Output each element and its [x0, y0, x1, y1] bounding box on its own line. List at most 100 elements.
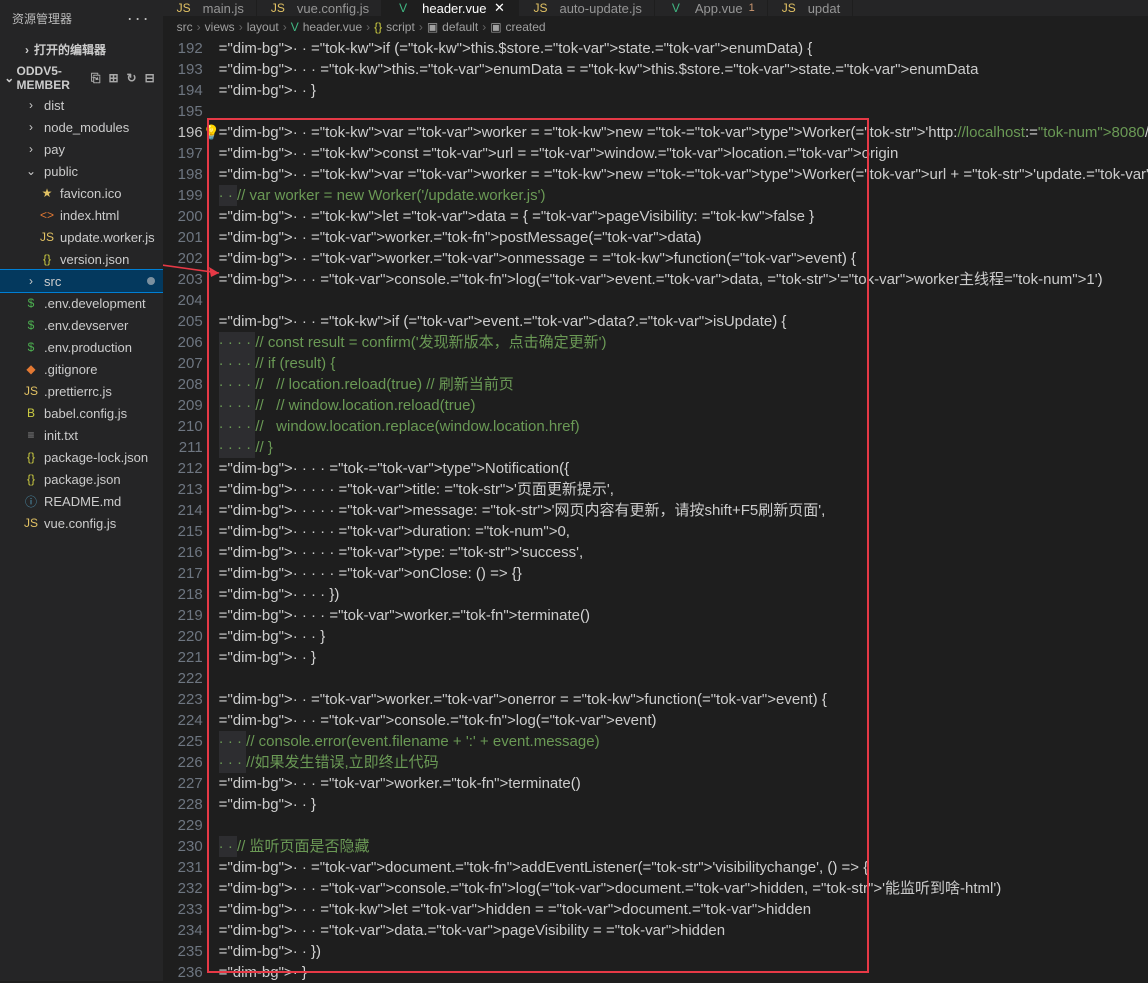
code-line[interactable]: · · · · // // location.reload(true) // 刷… — [219, 374, 1148, 395]
line-number: 212 — [163, 458, 203, 479]
collapse-icon[interactable]: ⊟ — [145, 71, 155, 86]
breadcrumb-item[interactable]: ▣created — [490, 20, 545, 34]
code-line[interactable]: ="dim-bg">· · ="tok-kw">let ="tok-var">d… — [219, 206, 1148, 227]
file-item[interactable]: $.env.production — [0, 336, 163, 358]
code-line[interactable]: ="dim-bg">· · ="tok-var">document.="tok-… — [219, 857, 1148, 878]
code-line[interactable]: · · · · // const result = confirm('发现新版本… — [219, 332, 1148, 353]
code-line[interactable]: ="dim-bg">· } — [219, 962, 1148, 983]
folder-item[interactable]: ⌄public — [0, 160, 163, 182]
code-line[interactable]: ="dim-bg">· · } — [219, 80, 1148, 101]
file-item[interactable]: JS.prettierrc.js — [0, 380, 163, 402]
close-icon[interactable]: ✕ — [492, 0, 506, 16]
file-item[interactable]: JSupdate.worker.js — [0, 226, 163, 248]
file-item[interactable]: {}version.json — [0, 248, 163, 270]
code-line[interactable]: ="dim-bg">· · } — [219, 794, 1148, 815]
breadcrumb-item[interactable]: {}script — [374, 20, 415, 34]
code-line[interactable]: ="dim-bg">· · · ="tok-var">console.="tok… — [219, 710, 1148, 731]
code-line[interactable]: ="dim-bg">· · ="tok-var">worker.="tok-fn… — [219, 227, 1148, 248]
breadcrumb-item[interactable]: views — [205, 20, 235, 34]
file-item[interactable]: $.env.development — [0, 292, 163, 314]
file-item[interactable]: ≡init.txt — [0, 424, 163, 446]
code-line[interactable]: ="dim-bg">· · · · ="tok-="tok-var">type"… — [219, 458, 1148, 479]
code-line[interactable]: ="dim-bg">· · · · · ="tok-var">title: ="… — [219, 479, 1148, 500]
open-editors-header[interactable]: › 打开的编辑器 — [0, 37, 163, 62]
file-item[interactable]: {}package.json — [0, 468, 163, 490]
code-line[interactable]: ="dim-bg">· · · ="tok-var">console.="tok… — [219, 269, 1148, 290]
chevron-right-icon: › — [20, 43, 34, 57]
code-line[interactable]: ="dim-bg">· · · ="tok-kw">this.="tok-var… — [219, 59, 1148, 80]
file-item[interactable]: ★favicon.ico — [0, 182, 163, 204]
file-item[interactable]: Bbabel.config.js — [0, 402, 163, 424]
file-item[interactable]: $.env.devserver — [0, 314, 163, 336]
new-file-icon[interactable]: ⎘ — [91, 71, 101, 86]
tab-main-js[interactable]: JSmain.js — [163, 0, 257, 16]
code-line[interactable]: ="dim-bg">· · · · · ="tok-var">type: ="t… — [219, 542, 1148, 563]
code-line[interactable]: ="dim-bg">· · ="tok-var">worker.="tok-va… — [219, 248, 1148, 269]
tab-header-vue[interactable]: Vheader.vue✕ — [382, 0, 519, 16]
code-line[interactable]: · · · · // window.location.replace(windo… — [219, 416, 1148, 437]
code-line[interactable]: · · · · // } — [219, 437, 1148, 458]
code-line[interactable]: ="dim-bg">· · · · }) — [219, 584, 1148, 605]
tree-label: README.md — [44, 494, 121, 509]
breadcrumb-label: script — [386, 20, 415, 34]
code-line[interactable]: · · // 监听页面是否隐藏 — [219, 836, 1148, 857]
code-line[interactable]: ="dim-bg">· · }) — [219, 941, 1148, 962]
folder-item[interactable]: ›src — [0, 270, 163, 292]
breadcrumb-item[interactable]: src — [177, 20, 193, 34]
code-line[interactable]: ="dim-bg">· · · · · ="tok-var">message: … — [219, 500, 1148, 521]
code-line[interactable]: ="dim-bg">· · · ="tok-kw">if (="tok-var"… — [219, 311, 1148, 332]
code-content[interactable]: ="dim-bg">· · ="tok-kw">if (="tok-kw">th… — [219, 38, 1148, 983]
code-line[interactable]: ="dim-bg">· · · ="tok-var">data.="tok-va… — [219, 920, 1148, 941]
breadcrumb-item[interactable]: ▣default — [427, 20, 478, 34]
code-line[interactable]: ="dim-bg">· · ="tok-kw">if (="tok-kw">th… — [219, 38, 1148, 59]
code-line[interactable]: ="dim-bg">· · · · ="tok-var">worker.="to… — [219, 605, 1148, 626]
line-number: 230 — [163, 836, 203, 857]
code-line[interactable]: ="dim-bg">· · · ="tok-var">console.="tok… — [219, 878, 1148, 899]
code-line[interactable]: ="dim-bg">· · ="tok-kw">const ="tok-var"… — [219, 143, 1148, 164]
project-actions: ⎘ ⊞ ↻ ⊟ — [91, 71, 155, 86]
folder-item[interactable]: ›dist — [0, 94, 163, 116]
tab-updat[interactable]: JSupdat — [768, 0, 854, 16]
code-line[interactable]: · · · // console.error(event.filename + … — [219, 731, 1148, 752]
more-icon[interactable]: ··· — [127, 8, 151, 29]
code-line[interactable] — [219, 815, 1148, 836]
code-line[interactable]: ="dim-bg">· · ="tok-var">worker.="tok-va… — [219, 689, 1148, 710]
line-number: 202 — [163, 248, 203, 269]
code-line[interactable]: ="dim-bg">· · · ="tok-var">worker.="tok-… — [219, 773, 1148, 794]
file-item[interactable]: ◆.gitignore — [0, 358, 163, 380]
tab-auto-update-js[interactable]: JSauto-update.js — [519, 0, 654, 16]
tab-vue-config-js[interactable]: JSvue.config.js — [257, 0, 382, 16]
code-line[interactable]: ="dim-bg">· · · } — [219, 626, 1148, 647]
code-line[interactable]: · · · · // // window.location.reload(tru… — [219, 395, 1148, 416]
code-line[interactable] — [219, 290, 1148, 311]
file-item[interactable]: {}package-lock.json — [0, 446, 163, 468]
new-folder-icon[interactable]: ⊞ — [108, 71, 118, 86]
file-item[interactable]: <>index.html — [0, 204, 163, 226]
file-item[interactable]: ⓘREADME.md — [0, 490, 163, 512]
code-line[interactable]: · · // var worker = new Worker('/update.… — [219, 185, 1148, 206]
code-line[interactable]: ="dim-bg">· · · · · ="tok-var">duration:… — [219, 521, 1148, 542]
refresh-icon[interactable]: ↻ — [127, 71, 137, 86]
code-line[interactable]: · · · //如果发生错误,立即终止代码 — [219, 752, 1148, 773]
code-line[interactable]: ="dim-bg">· · } — [219, 647, 1148, 668]
code-area[interactable]: 💡 19219319419519619719819920020120220320… — [163, 38, 1148, 983]
code-line[interactable]: ="dim-bg">· · ="tok-kw">var ="tok-var">w… — [219, 122, 1148, 143]
tab-App-vue[interactable]: VApp.vue1 — [655, 0, 768, 16]
file-item[interactable]: JSvue.config.js — [0, 512, 163, 534]
code-line[interactable]: · · · · // if (result) { — [219, 353, 1148, 374]
lightbulb-icon[interactable]: 💡 — [203, 122, 220, 143]
code-line[interactable]: ="dim-bg">· · · · · ="tok-var">onClose: … — [219, 563, 1148, 584]
code-line[interactable]: ="dim-bg">· · ="tok-kw">var ="tok-var">w… — [219, 164, 1148, 185]
code-line[interactable]: ="dim-bg">· · · ="tok-kw">let ="tok-var"… — [219, 899, 1148, 920]
folder-item[interactable]: ›pay — [0, 138, 163, 160]
tree-label: node_modules — [44, 120, 129, 135]
code-line[interactable] — [219, 101, 1148, 122]
folder-item[interactable]: ›node_modules — [0, 116, 163, 138]
breadcrumb-item[interactable]: layout — [247, 20, 279, 34]
breadcrumb[interactable]: src›views›layout›Vheader.vue›{}script›▣d… — [163, 16, 1148, 38]
modified-dot-icon — [147, 277, 155, 285]
tree-label: public — [44, 164, 78, 179]
breadcrumb-item[interactable]: Vheader.vue — [291, 20, 362, 34]
code-line[interactable] — [219, 668, 1148, 689]
project-header[interactable]: ⌄ ODDV5-MEMBER ⎘ ⊞ ↻ ⊟ — [0, 62, 163, 94]
